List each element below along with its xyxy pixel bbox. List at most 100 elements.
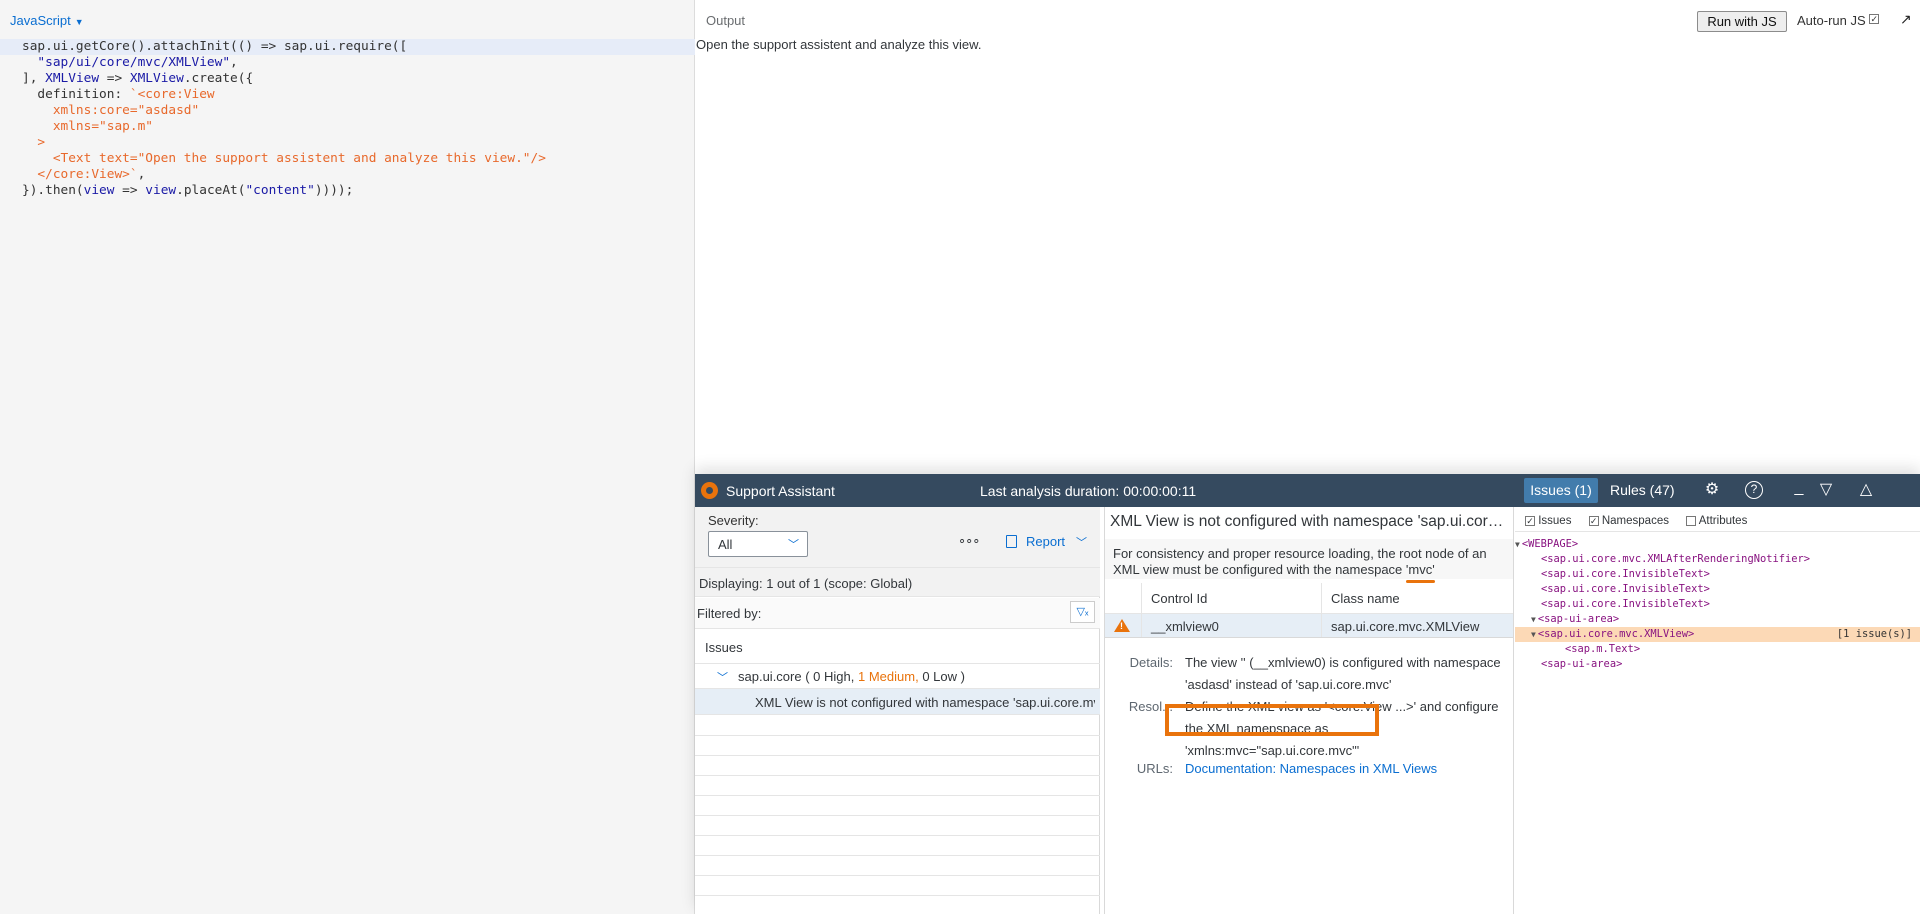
expand-icon[interactable]: ↗ xyxy=(1900,11,1912,28)
code-line[interactable]: sap.ui.getCore().attachInit(() => sap.ui… xyxy=(0,39,695,55)
help-icon[interactable]: ? xyxy=(1745,481,1763,499)
table-row-divider xyxy=(695,735,1100,736)
run-with-js-button[interactable]: Run with JS xyxy=(1697,11,1787,32)
code-line[interactable]: definition: `<core:View xyxy=(0,87,695,103)
report-icon[interactable] xyxy=(1006,535,1017,548)
element-tree-panel: ✓ Issues ✓ Namespaces Attributes ▼ <WEBPA… xyxy=(1515,507,1920,914)
code-line[interactable]: "sap/ui/core/mvc/XMLView", xyxy=(0,55,695,71)
table-row-divider xyxy=(695,815,1100,816)
code-line[interactable]: }).then(view => view.placeAt("content"))… xyxy=(0,183,695,199)
namespaces-checkbox[interactable]: ✓ Namespaces xyxy=(1588,515,1669,527)
code-token: => xyxy=(99,71,130,86)
tree-node-label: <sap-ui-area> xyxy=(1537,613,1620,625)
code-token: }).then( xyxy=(22,183,84,198)
issues-checkbox[interactable]: ✓ Issues xyxy=(1525,515,1571,527)
language-selector[interactable]: JavaScript ▼ xyxy=(10,13,84,28)
issue-group-label: sap.ui.core ( 0 High, 1 Medium, 0 Low ) xyxy=(738,669,965,684)
table-row-divider xyxy=(695,775,1100,776)
tree-node[interactable]: <sap-ui-area> xyxy=(1515,657,1920,672)
code-line[interactable]: > xyxy=(0,135,695,151)
tree-node-label: <sap.ui.core.InvisibleText> xyxy=(1541,568,1710,580)
element-tree: ▼ <WEBPAGE> <sap.ui.core.mvc.XMLAfterRende… xyxy=(1515,537,1920,672)
tree-node-label: <sap.ui.core.mvc.XMLView> xyxy=(1537,628,1695,640)
analysis-duration: Last analysis duration: 00:00:00:11 xyxy=(980,483,1197,499)
tree-node[interactable]: ▼ <WEBPAGE> xyxy=(1515,537,1920,552)
resolution-label: Resol... xyxy=(1128,699,1173,714)
autorun-label: Auto-run JS xyxy=(1797,13,1866,28)
code-area[interactable]: sap.ui.getCore().attachInit(() => sap.ui… xyxy=(0,39,695,199)
code-token: <Text text="Open the support assistent a… xyxy=(22,151,546,166)
tree-node[interactable]: <sap.ui.core.InvisibleText> xyxy=(1515,582,1920,597)
table-row-divider xyxy=(695,755,1100,756)
code-token: .placeAt( xyxy=(176,183,246,198)
code-token: view xyxy=(83,183,115,198)
urls-label: URLs: xyxy=(1136,761,1173,776)
collapse-icon[interactable]: △ xyxy=(1855,480,1877,502)
support-assistant-header: Support Assistant Last analysis duration… xyxy=(695,474,1920,507)
attributes-checkbox[interactable]: Attributes xyxy=(1686,515,1747,527)
tab-issues[interactable]: Issues (1) xyxy=(1524,478,1598,503)
details-text: The view '' (__xmlview0) is configured w… xyxy=(1185,655,1501,692)
code-token: definition: xyxy=(22,87,130,102)
issue-title: XML View is not configured with namespac… xyxy=(755,695,1095,710)
autorun-checkbox[interactable]: ✓ xyxy=(1869,14,1880,24)
expand-toggle-icon[interactable]: ▼ xyxy=(1531,615,1536,624)
tree-node[interactable]: ▼ <sap.ui.core.mvc.XMLView> [1 issue(s)] xyxy=(1515,627,1920,642)
code-token: xmlns:core="asdasd" xyxy=(22,103,200,118)
cell-class-name: sap.ui.core.mvc.XMLView xyxy=(1331,619,1480,634)
tree-node[interactable]: <sap.ui.core.mvc.XMLAfterRenderingNotifi… xyxy=(1515,552,1920,567)
mvc-highlight: mvc xyxy=(1406,562,1436,583)
code-line[interactable]: <Text text="Open the support assistent a… xyxy=(0,151,695,167)
tree-node[interactable]: ▼ <sap-ui-area> xyxy=(1515,612,1920,627)
code-token: xmlns="sap.m" xyxy=(22,119,153,134)
more-options-icon[interactable]: ∘∘∘ xyxy=(958,533,980,549)
table-header: Control Id Class name xyxy=(1105,583,1513,614)
details-label: Details: xyxy=(1129,655,1173,670)
issues-filter-bar: Severity: All ﹀ ∘∘∘ Report ﹀ xyxy=(695,507,1100,567)
displaying-count: Displaying: 1 out of 1 (scope: Global) xyxy=(695,567,1100,597)
column-class-name[interactable]: Class name xyxy=(1331,591,1400,606)
code-token: sap.ui.getCore().attachInit(() => sap.ui… xyxy=(22,39,408,54)
table-row-divider xyxy=(695,835,1100,836)
code-token: "content" xyxy=(245,183,315,198)
minimize-icon[interactable]: _ xyxy=(1788,478,1810,500)
output-label: Output xyxy=(706,13,746,28)
severity-select[interactable]: All ﹀ xyxy=(708,531,808,557)
support-assistant-logo-icon xyxy=(701,482,718,499)
documentation-link[interactable]: Documentation: Namespaces in XML Views xyxy=(1185,758,1505,780)
table-row[interactable]: __xmlview0 sap.ui.core.mvc.XMLView xyxy=(1105,614,1513,638)
issue-description: For consistency and proper resource load… xyxy=(1105,539,1513,583)
table-row-divider xyxy=(695,855,1100,856)
table-row-divider xyxy=(695,875,1100,876)
expand-toggle-icon[interactable]: ▼ xyxy=(1515,540,1520,549)
tree-node-label: <sap.ui.core.InvisibleText> xyxy=(1541,583,1710,595)
clear-filter-icon[interactable]: ▽ₓ xyxy=(1070,601,1095,623)
severity-label: Severity: xyxy=(708,513,759,528)
settings-icon[interactable]: ⚙ xyxy=(1701,480,1723,502)
code-token: `<core:View xyxy=(129,87,215,102)
code-line[interactable]: </core:View>`, xyxy=(0,167,695,183)
code-line[interactable]: xmlns:core="asdasd" xyxy=(0,103,695,119)
code-editor[interactable]: JavaScript ▼ sap.ui.getCore().attachInit(… xyxy=(0,0,695,914)
tab-rules[interactable]: Rules (47) xyxy=(1610,478,1675,503)
code-line[interactable]: xmlns="sap.m" xyxy=(0,119,695,135)
code-token: XMLView xyxy=(45,71,100,86)
support-assistant: Support Assistant Last analysis duration… xyxy=(695,474,1920,914)
tree-node[interactable]: <sap.ui.core.InvisibleText> xyxy=(1515,567,1920,582)
chevron-down-icon[interactable]: ﹀ xyxy=(1076,534,1087,550)
column-control-id[interactable]: Control Id xyxy=(1151,591,1207,606)
tree-node-label: <sap.m.Text> xyxy=(1565,643,1641,655)
tree-options: ✓ Issues ✓ Namespaces Attributes xyxy=(1525,515,1761,527)
chevron-down-icon[interactable]: ﹀ xyxy=(717,669,728,685)
report-button[interactable]: Report xyxy=(1026,534,1065,549)
issue-row[interactable]: XML View is not configured with namespac… xyxy=(695,689,1100,715)
issue-details-panel: XML View is not configured with namespac… xyxy=(1104,507,1514,914)
tree-node[interactable]: <sap.ui.core.InvisibleText> xyxy=(1515,597,1920,612)
autorun-toggle[interactable]: Auto-run JS ✓ xyxy=(1797,13,1880,28)
tree-node[interactable]: <sap.m.Text> xyxy=(1515,642,1920,657)
code-line[interactable]: ], XMLView => XMLView.create({ xyxy=(0,71,695,87)
expand-toggle-icon[interactable]: ▼ xyxy=(1531,630,1536,639)
issue-group-row[interactable]: ﹀ sap.ui.core ( 0 High, 1 Medium, 0 Low … xyxy=(695,664,1100,689)
filter-icon[interactable]: ▽ xyxy=(1815,480,1837,502)
divider xyxy=(1515,531,1920,532)
